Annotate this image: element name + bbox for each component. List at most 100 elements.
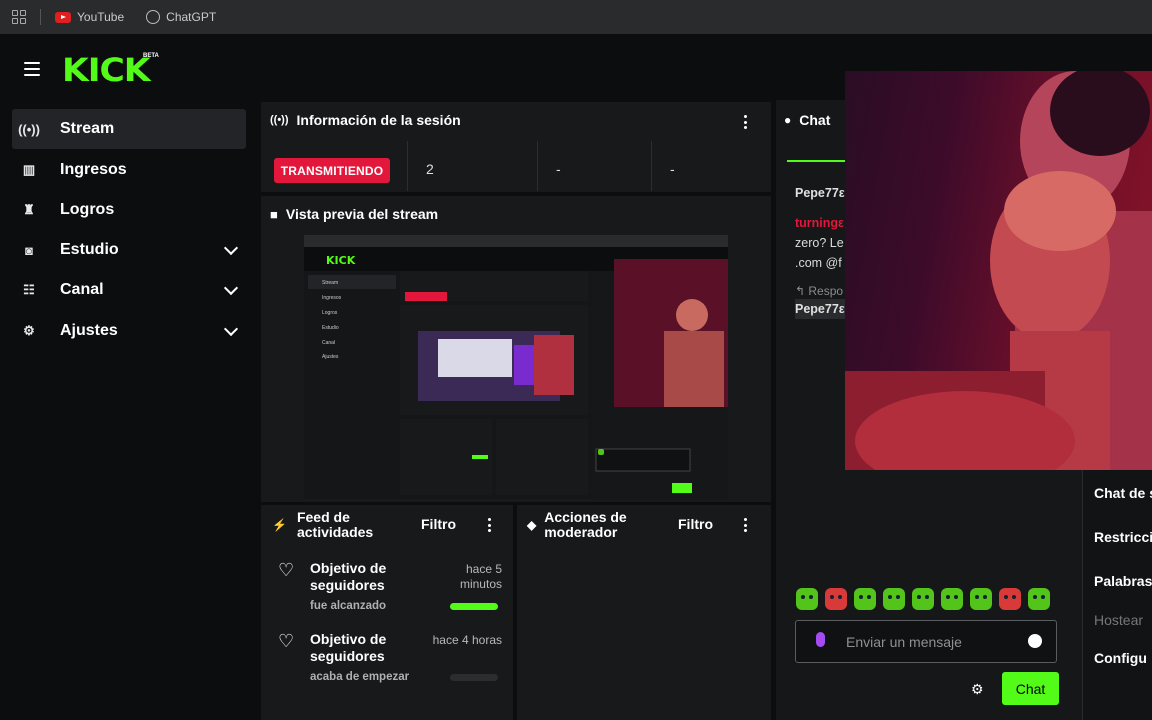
sidebar-item-estudio[interactable]: ◙ Estudio: [12, 230, 246, 270]
chart-icon: ▥: [22, 162, 36, 177]
sidebar-item-label: Estudio: [60, 241, 119, 258]
sidebar-item-label: Canal: [60, 281, 104, 298]
session-header: ((•)) Información de la sesión: [270, 112, 461, 128]
preview-title: Vista previa del stream: [285, 206, 439, 222]
svg-text:Canal: Canal: [322, 340, 335, 346]
bookmark-label: ChatGPT: [166, 10, 217, 24]
chat-settings-item[interactable]: Hostear: [1094, 612, 1143, 628]
chat-input[interactable]: Enviar un mensaje: [795, 620, 1057, 663]
sidebar-item-logros[interactable]: ♜ Logros: [12, 190, 246, 230]
emote-icon[interactable]: [854, 588, 876, 610]
svg-text:Logros: Logros: [322, 310, 338, 316]
lightning-icon: ⚡: [272, 518, 287, 532]
menu-icon[interactable]: [24, 62, 40, 76]
feed-header: ⚡ Feed de actividades: [272, 509, 512, 541]
svg-text:Stream: Stream: [322, 280, 338, 286]
sidebar-item-label: Ajustes: [60, 322, 118, 339]
mod-filter-button[interactable]: Filtro: [678, 516, 713, 532]
sidebar-item-stream[interactable]: ((•)) Stream: [12, 109, 246, 149]
chat-settings-item[interactable]: Palabras: [1094, 573, 1152, 589]
chat-input-placeholder: Enviar un mensaje: [846, 634, 962, 650]
bookmark-label: YouTube: [77, 10, 125, 24]
emote-icon[interactable]: [825, 588, 847, 610]
feed-item-sub: fue alcanzado: [310, 600, 387, 612]
apps-icon[interactable]: [12, 10, 26, 24]
shield-icon: ◆: [527, 518, 537, 532]
list-item: ♡ Objetivo de seguidores fue alcanzado h…: [278, 560, 502, 620]
emote-icon[interactable]: [1028, 588, 1050, 610]
stat-followers: -: [537, 141, 651, 191]
chat-settings-item[interactable]: Restricci: [1094, 529, 1152, 545]
emote-icon[interactable]: [970, 588, 992, 610]
stream-preview-video[interactable]: KICK Stream Ingresos Logros Estudio Canal Aj…: [304, 235, 728, 499]
emote-icon[interactable]: [796, 588, 818, 610]
heart-icon: ♡: [278, 631, 295, 651]
gear-icon[interactable]: ⚙: [971, 681, 984, 698]
chat-message-text: zero? Le: [795, 236, 844, 250]
chat-bubble-icon: ●: [784, 113, 792, 127]
chevron-down-icon: [223, 240, 239, 256]
feed-filter-button[interactable]: Filtro: [421, 516, 456, 532]
chat-header: ● Chat: [784, 112, 830, 128]
feed-item-time: hace 4 horas: [432, 633, 502, 647]
kick-logo[interactable]: KICK: [62, 51, 151, 89]
chat-title: Chat: [799, 112, 831, 128]
emote-icon[interactable]: [941, 588, 963, 610]
progress-fill: [450, 603, 498, 610]
chat-username[interactable]: Pepe77ε: [795, 299, 845, 319]
chat-reply-hint: ↰ Respo: [795, 284, 844, 298]
status-badge: TRANSMITIENDO: [274, 158, 390, 183]
svg-text:Ajustes: Ajustes: [322, 354, 339, 360]
bookmark-youtube[interactable]: YouTube: [55, 10, 124, 24]
stat-subs: -: [651, 141, 771, 191]
youtube-icon: [55, 11, 71, 23]
more-options-icon[interactable]: [488, 518, 492, 532]
emote-icon[interactable]: [912, 588, 934, 610]
broadcast-icon: ((•)): [18, 121, 40, 137]
send-chat-button[interactable]: Chat: [1002, 672, 1059, 705]
beta-badge: BETA: [143, 53, 159, 59]
emoji-icon[interactable]: [1028, 634, 1042, 648]
chat-tab-indicator: [787, 160, 847, 162]
webcam-overlay: [845, 71, 1152, 470]
mod-header: ◆ Acciones de moderador: [527, 509, 667, 541]
chat-settings-panel: Chat de s Restricci Palabras Hostear Con…: [1082, 470, 1152, 720]
camera-icon: ◙: [25, 242, 33, 258]
emote-icon[interactable]: [883, 588, 905, 610]
chat-username[interactable]: turningε: [795, 213, 844, 233]
chevron-down-icon: [223, 321, 239, 337]
session-title: Información de la sesión: [296, 112, 461, 128]
bookmarks-bar: YouTube ChatGPT: [0, 0, 1152, 34]
users-icon: ☷: [23, 282, 35, 297]
chat-username[interactable]: Pepe77ε: [795, 183, 845, 203]
more-options-icon[interactable]: [744, 115, 748, 129]
chatgpt-icon: [146, 10, 161, 24]
gear-icon: ⚙: [23, 323, 35, 338]
stat-viewers: 2: [407, 141, 537, 191]
svg-text:Estudio: Estudio: [322, 325, 339, 331]
bookmarks-divider: [40, 9, 41, 25]
broadcast-icon: ((•)): [270, 114, 289, 126]
feed-item-title: Objetivo de seguidores: [310, 631, 387, 664]
chat-settings-item[interactable]: Configu: [1094, 650, 1147, 666]
mod-title: Acciones de moderador: [544, 509, 627, 540]
chat-message-text: .com @f: [795, 256, 842, 270]
emote-icon[interactable]: [999, 588, 1021, 610]
webcam-image: [845, 71, 1152, 470]
bookmark-chatgpt[interactable]: ChatGPT: [146, 10, 216, 24]
microphone-icon[interactable]: [816, 632, 825, 647]
feed-item-time: hace 5 minutos: [459, 562, 502, 591]
trophy-icon: ♜: [23, 202, 35, 217]
sidebar-item-canal[interactable]: ☷ Canal: [12, 270, 246, 310]
heart-icon: ♡: [278, 560, 295, 580]
sidebar: ((•)) Stream ▥ Ingresos ♜ Logros ◙ Estud…: [0, 100, 258, 720]
sidebar-item-label: Logros: [60, 201, 115, 218]
preview-header: ■ Vista previa del stream: [270, 206, 438, 222]
preview-thumbnail: KICK Stream Ingresos Logros Estudio Canal Aj…: [304, 235, 728, 499]
sidebar-item-ajustes[interactable]: ⚙ Ajustes: [12, 311, 246, 351]
progress-bar: [450, 603, 498, 610]
more-options-icon[interactable]: [744, 518, 748, 532]
chat-settings-item[interactable]: Chat de s: [1094, 485, 1152, 501]
sidebar-item-ingresos[interactable]: ▥ Ingresos: [12, 150, 246, 190]
progress-bar: [450, 674, 498, 681]
